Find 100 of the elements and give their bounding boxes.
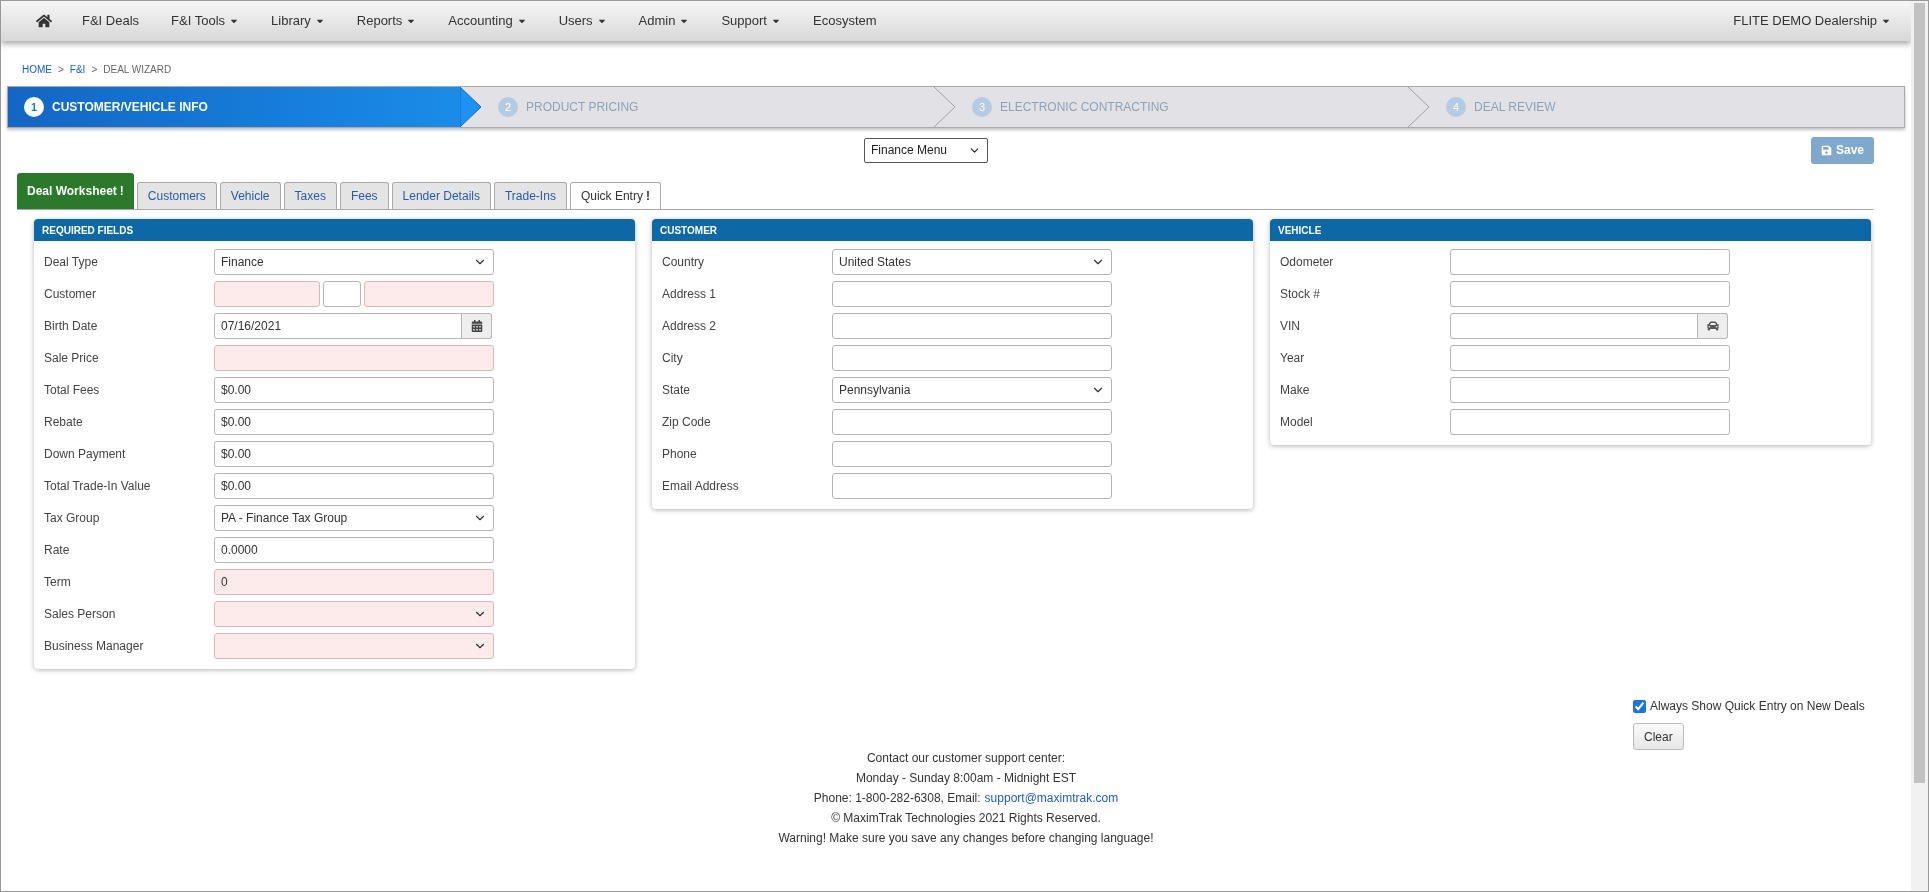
field-label: Deal Type [44, 254, 99, 271]
field-label: Stock # [1280, 286, 1322, 303]
breadcrumb-separator: > [91, 63, 98, 77]
home-icon[interactable] [36, 13, 52, 29]
input-field[interactable] [214, 345, 494, 371]
field-label: Year [1280, 350, 1306, 367]
field-label: Phone [662, 446, 698, 463]
input-field[interactable] [832, 281, 1112, 307]
nav-menu-item[interactable]: Reports [356, 11, 417, 31]
input-field[interactable] [832, 441, 1112, 467]
step-number: 1 [24, 97, 44, 117]
panel-header: VEHICLE [1270, 219, 1871, 241]
select-field[interactable]: Finance [214, 249, 494, 275]
input-field[interactable] [832, 409, 1112, 435]
input-field[interactable] [832, 345, 1112, 371]
input-field[interactable] [1450, 281, 1730, 307]
input-field[interactable] [832, 313, 1112, 339]
wizard-step[interactable]: 1 CUSTOMER/VEHICLE INFO [8, 87, 460, 127]
field-label: State [662, 382, 692, 399]
step-label: DEAL REVIEW [1474, 99, 1556, 116]
calendar-button[interactable] [462, 313, 492, 339]
field-label: Rebate [44, 414, 84, 431]
select-field[interactable] [214, 633, 494, 659]
input-field[interactable]: $0.00 [214, 473, 494, 499]
tab[interactable]: Taxes [283, 182, 337, 209]
breadcrumb-link[interactable]: F&I [69, 62, 86, 77]
input-field[interactable] [1450, 409, 1730, 435]
input-field[interactable]: 0 [214, 569, 494, 595]
select-field[interactable]: PA - Finance Tax Group [214, 505, 494, 531]
dealership-menu[interactable]: FLITE DEMO Dealership [1733, 11, 1891, 31]
field-label: Tax Group [44, 510, 101, 527]
field-label: Email Address [662, 478, 740, 495]
breadcrumb-link[interactable]: HOME [22, 62, 52, 77]
tab[interactable]: Deal Worksheet ! [17, 173, 134, 209]
field-label: Birth Date [44, 318, 99, 335]
panel-header: REQUIRED FIELDS [34, 219, 635, 241]
field-label: Total Trade-In Value [44, 478, 152, 495]
tab[interactable]: Vehicle [219, 182, 281, 209]
nav-menu-item[interactable]: Admin [638, 11, 690, 31]
step-label: CUSTOMER/VEHICLE INFO [52, 99, 208, 116]
field-label: Customer [44, 286, 97, 303]
clear-button[interactable]: Clear [1633, 723, 1684, 750]
quick-entry-checkbox[interactable] [1633, 699, 1646, 713]
field-label: Rate [44, 542, 71, 559]
tab[interactable]: Lender Details [391, 182, 491, 209]
input-field[interactable] [1450, 345, 1730, 371]
step-number: 4 [1446, 97, 1466, 117]
field-label: Address 2 [662, 318, 718, 335]
step-label: PRODUCT PRICING [526, 99, 639, 116]
car-icon [1706, 320, 1719, 332]
input-field[interactable]: $0.00 [214, 441, 494, 467]
step-number: 2 [498, 97, 518, 117]
tab[interactable]: Trade-Ins [493, 182, 567, 209]
field-label: VIN [1280, 318, 1301, 335]
footer-text: © MaximTrak Technologies 2021 Rights Reserved. [831, 810, 1101, 827]
footer-text: Phone: 1-800-282-6308, Email: [813, 790, 981, 807]
input-field[interactable]: 0.0000 [214, 537, 494, 563]
step-number: 3 [972, 97, 992, 117]
nav-menu-item[interactable]: F&I Tools [171, 11, 240, 31]
vin-field[interactable] [1450, 313, 1698, 339]
date-field[interactable]: 07/16/2021 [214, 313, 462, 339]
select-field[interactable]: United States [832, 249, 1112, 275]
nav-menu-item[interactable]: Users [558, 11, 607, 31]
nav-menu-item[interactable]: Accounting [448, 11, 527, 31]
field-label: Business Manager [44, 638, 145, 655]
input-field[interactable] [1450, 249, 1730, 275]
input-field[interactable] [323, 281, 361, 307]
calendar-icon [470, 320, 483, 332]
alert-mark: ! [645, 188, 650, 205]
menu-select[interactable]: Finance Menu [864, 137, 988, 163]
scrollbar-thumb[interactable] [1914, 3, 1925, 783]
step-arrow-icon [460, 87, 482, 127]
select-field[interactable] [214, 601, 494, 627]
input-field[interactable]: $0.00 [214, 377, 494, 403]
step-label: ELECTRONIC CONTRACTING [1000, 99, 1169, 116]
input-field[interactable] [364, 281, 494, 307]
vin-lookup-button[interactable] [1698, 313, 1728, 339]
email-link[interactable]: support@maximtrak.com [984, 788, 1119, 808]
breadcrumb-current: DEAL WIZARD [103, 63, 172, 77]
field-label: Zip Code [662, 414, 712, 431]
field-label: Make [1280, 382, 1311, 399]
field-label: Country [662, 254, 706, 271]
field-label: City [662, 350, 684, 367]
input-field[interactable]: $0.00 [214, 409, 494, 435]
input-field[interactable] [832, 473, 1112, 499]
field-label: Address 1 [662, 286, 718, 303]
footer-text: Monday - Sunday 8:00am - Midnight EST [855, 770, 1077, 787]
field-label: Total Fees [44, 382, 101, 399]
alert-mark: ! [119, 183, 124, 200]
tab[interactable]: Customers [136, 182, 217, 209]
nav-menu-item[interactable]: Support [721, 11, 781, 31]
select-field[interactable]: Pennsylvania [832, 377, 1112, 403]
tab[interactable]: Fees [339, 182, 389, 209]
input-field[interactable] [214, 281, 320, 307]
nav-menu-item[interactable]: Library [271, 11, 325, 31]
tab[interactable]: Quick Entry ! [569, 182, 661, 209]
nav-menu-item[interactable]: Ecosystem [813, 11, 877, 31]
input-field[interactable] [1450, 377, 1730, 403]
nav-menu-item[interactable]: F&I Deals [82, 11, 140, 31]
scrollbar[interactable] [1911, 1, 1928, 891]
